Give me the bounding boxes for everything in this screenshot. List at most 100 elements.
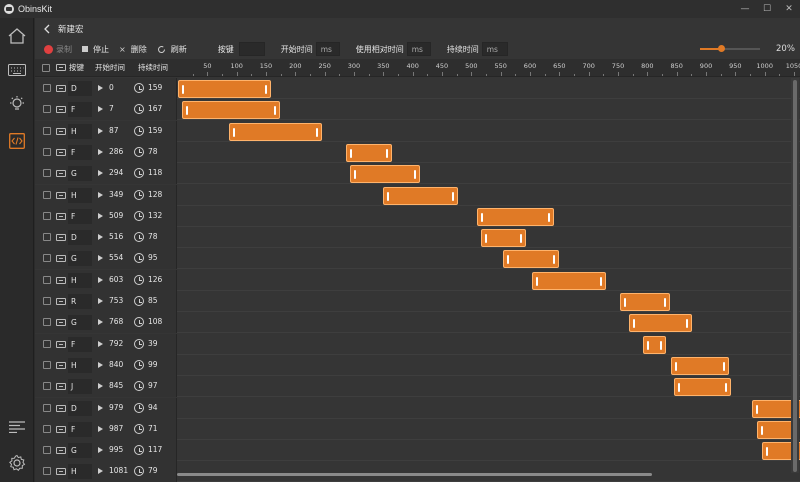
lightbulb-icon[interactable]	[7, 94, 27, 114]
event-bar[interactable]	[476, 207, 555, 226]
bar-start-handle[interactable]	[646, 340, 649, 350]
bar-start-handle[interactable]	[632, 319, 635, 329]
stop-button[interactable]: 停止	[79, 41, 112, 57]
row-checkbox[interactable]	[43, 275, 51, 284]
event-bar[interactable]	[628, 314, 692, 333]
event-bar[interactable]	[345, 143, 392, 162]
zoom-slider[interactable]	[700, 45, 760, 52]
home-icon[interactable]	[7, 26, 27, 46]
row-key-value[interactable]: F	[68, 102, 92, 118]
bar-end-handle[interactable]	[552, 255, 555, 265]
bar-end-handle[interactable]	[663, 298, 666, 307]
bar-end-handle[interactable]	[548, 212, 551, 222]
close-window-button[interactable]: ✕	[778, 0, 800, 18]
row-key-value[interactable]: F	[68, 336, 92, 352]
event-row[interactable]: R 753 85	[35, 291, 800, 312]
bar-start-handle[interactable]	[386, 191, 389, 201]
bar-start-handle[interactable]	[354, 170, 357, 180]
row-checkbox[interactable]	[43, 446, 51, 455]
row-checkbox[interactable]	[43, 254, 51, 263]
row-key-value[interactable]: G	[68, 315, 92, 331]
keyboard-icon[interactable]	[7, 60, 27, 80]
event-bar[interactable]	[229, 122, 323, 141]
row-key-value[interactable]: G	[68, 443, 92, 459]
event-row[interactable]: G 294 118	[35, 163, 800, 185]
row-checkbox[interactable]	[43, 84, 51, 92]
row-checkbox[interactable]	[43, 318, 51, 327]
row-key-value[interactable]: H	[68, 464, 92, 480]
bar-start-handle[interactable]	[761, 425, 764, 435]
event-bar[interactable]	[642, 335, 666, 354]
macro-code-icon[interactable]	[7, 131, 27, 151]
back-button[interactable]	[40, 22, 54, 36]
bar-end-handle[interactable]	[385, 148, 388, 158]
bar-end-handle[interactable]	[599, 276, 602, 286]
row-key-value[interactable]: G	[68, 166, 92, 182]
bar-end-handle[interactable]	[451, 191, 454, 201]
event-bar[interactable]	[673, 378, 731, 397]
bar-start-handle[interactable]	[349, 148, 352, 158]
zoom-slider-knob[interactable]	[717, 45, 725, 52]
row-checkbox[interactable]	[43, 233, 51, 242]
bar-start-handle[interactable]	[182, 85, 184, 94]
bar-end-handle[interactable]	[413, 170, 416, 180]
event-bar[interactable]	[531, 271, 606, 290]
event-bar[interactable]	[178, 80, 272, 98]
relative-time-input[interactable]: ms	[406, 42, 431, 56]
bar-start-handle[interactable]	[186, 106, 189, 116]
vertical-scrollbar-thumb[interactable]	[793, 80, 797, 472]
row-checkbox[interactable]	[43, 339, 51, 348]
bar-start-handle[interactable]	[765, 447, 768, 457]
event-bar[interactable]	[503, 250, 559, 269]
row-checkbox[interactable]	[43, 467, 51, 476]
event-row[interactable]: G 768 108	[35, 312, 800, 334]
select-all-checkbox[interactable]	[42, 63, 50, 72]
event-bar[interactable]	[480, 229, 527, 248]
event-bar[interactable]	[670, 356, 729, 375]
event-bar[interactable]	[619, 293, 670, 311]
bar-start-handle[interactable]	[484, 234, 487, 244]
row-checkbox[interactable]	[43, 169, 51, 178]
bar-end-handle[interactable]	[685, 319, 688, 329]
bar-start-handle[interactable]	[674, 361, 677, 371]
bar-end-handle[interactable]	[722, 361, 725, 371]
event-row[interactable]: G 995 117	[35, 440, 800, 462]
maximize-button[interactable]: ☐	[756, 0, 778, 18]
row-key-value[interactable]: D	[68, 230, 92, 246]
delete-button[interactable]: × 删除	[116, 41, 150, 57]
row-checkbox[interactable]	[43, 403, 51, 412]
event-row[interactable]: H 840 99	[35, 354, 800, 376]
event-row[interactable]: J 845 97	[35, 376, 800, 398]
settings-gear-icon[interactable]	[7, 453, 27, 473]
event-row[interactable]: F 7 167	[35, 99, 800, 121]
row-checkbox[interactable]	[43, 211, 51, 220]
bar-start-handle[interactable]	[480, 212, 483, 222]
row-key-value[interactable]: D	[68, 81, 92, 96]
row-checkbox[interactable]	[43, 360, 51, 369]
horizontal-scrollbar-thumb[interactable]	[177, 473, 652, 476]
event-row[interactable]: D 0 159	[35, 78, 800, 99]
bar-start-handle[interactable]	[233, 127, 236, 137]
event-row[interactable]: F 509 132	[35, 205, 800, 227]
row-key-value[interactable]: R	[68, 294, 92, 309]
event-row[interactable]: H 349 128	[35, 184, 800, 206]
event-row[interactable]: D 516 78	[35, 227, 800, 249]
row-checkbox[interactable]	[43, 147, 51, 156]
bar-start-handle[interactable]	[756, 404, 759, 414]
row-checkbox[interactable]	[43, 382, 51, 391]
start-time-input[interactable]: ms	[315, 42, 340, 56]
bar-end-handle[interactable]	[274, 106, 277, 116]
bar-end-handle[interactable]	[265, 85, 268, 94]
event-row[interactable]: F 987 71	[35, 418, 800, 440]
bar-end-handle[interactable]	[659, 340, 662, 350]
event-row[interactable]: F 286 78	[35, 141, 800, 163]
row-key-value[interactable]: H	[68, 357, 92, 373]
row-checkbox[interactable]	[43, 297, 51, 305]
row-key-value[interactable]: F	[68, 208, 92, 224]
row-checkbox[interactable]	[43, 424, 51, 433]
event-bar[interactable]	[350, 165, 420, 184]
horizontal-scrollbar[interactable]	[177, 472, 800, 478]
bar-start-handle[interactable]	[677, 383, 680, 393]
row-key-value[interactable]: F	[68, 421, 92, 437]
row-checkbox[interactable]	[43, 126, 51, 135]
